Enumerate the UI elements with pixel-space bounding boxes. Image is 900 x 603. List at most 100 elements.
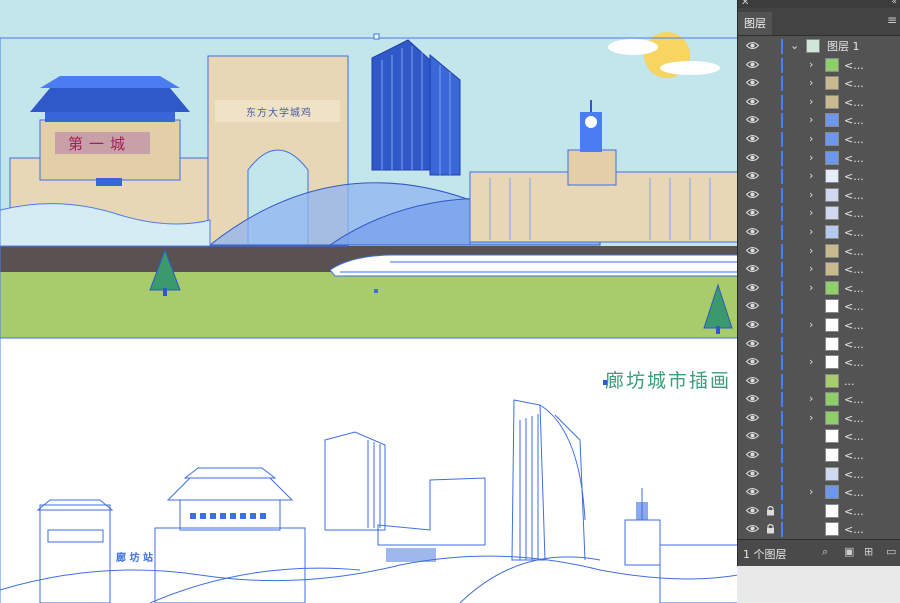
layer-list[interactable]: ⌄ 图层 1 › <... › <... › <... › <... › <... › <... › <.… bbox=[738, 37, 900, 539]
sublayer-name[interactable]: <... bbox=[844, 75, 864, 92]
chevron-right-icon[interactable]: › bbox=[809, 354, 813, 370]
sublayer-row[interactable]: › <... bbox=[738, 93, 900, 112]
visibility-eye-icon[interactable] bbox=[746, 134, 759, 143]
chevron-right-icon[interactable]: › bbox=[809, 94, 813, 110]
chevron-right-icon[interactable]: › bbox=[809, 243, 813, 259]
sublayer-name[interactable]: <... bbox=[844, 261, 864, 278]
visibility-eye-icon[interactable] bbox=[746, 190, 759, 199]
sublayer-row[interactable]: <... bbox=[738, 427, 900, 446]
visibility-eye-icon[interactable] bbox=[746, 301, 759, 310]
visibility-eye-icon[interactable] bbox=[746, 524, 759, 533]
chevron-right-icon[interactable]: › bbox=[809, 317, 813, 333]
visibility-eye-icon[interactable] bbox=[746, 283, 759, 292]
new-layer-icon[interactable]: ▭ bbox=[886, 545, 896, 558]
search-icon[interactable]: ⌕ bbox=[822, 545, 828, 559]
sublayer-row[interactable]: › <... bbox=[738, 186, 900, 205]
sublayer-name[interactable]: <... bbox=[844, 205, 864, 222]
sublayer-name[interactable]: <... bbox=[844, 428, 864, 445]
sublayer-row[interactable]: <... bbox=[738, 465, 900, 484]
sublayer-row[interactable]: › <... bbox=[738, 483, 900, 502]
visibility-eye-icon[interactable] bbox=[746, 320, 759, 329]
sublayer-name[interactable]: <... bbox=[844, 131, 864, 148]
chevron-right-icon[interactable]: › bbox=[809, 224, 813, 240]
layer-name[interactable]: 图层 1 bbox=[827, 38, 860, 55]
sublayer-name[interactable]: <... bbox=[844, 168, 864, 185]
chevron-right-icon[interactable]: › bbox=[809, 261, 813, 277]
sublayer-row[interactable]: › <... bbox=[738, 223, 900, 242]
sublayer-row[interactable]: › <... bbox=[738, 353, 900, 372]
visibility-eye-icon[interactable] bbox=[746, 78, 759, 87]
sublayer-row[interactable]: › <... bbox=[738, 111, 900, 130]
visibility-eye-icon[interactable] bbox=[746, 171, 759, 180]
sublayer-name[interactable]: <... bbox=[844, 187, 864, 204]
visibility-eye-icon[interactable] bbox=[746, 376, 759, 385]
sublayer-name[interactable]: <... bbox=[844, 280, 864, 297]
sublayer-row[interactable]: › <... bbox=[738, 74, 900, 93]
chevron-down-icon[interactable]: ⌄ bbox=[790, 38, 799, 54]
sublayer-row[interactable]: <... bbox=[738, 297, 900, 316]
sublayer-name[interactable]: <... bbox=[844, 224, 864, 241]
visibility-eye-icon[interactable] bbox=[746, 115, 759, 124]
sublayer-row[interactable]: ... bbox=[738, 372, 900, 391]
sublayer-row[interactable]: › <... bbox=[738, 260, 900, 279]
visibility-eye-icon[interactable] bbox=[746, 227, 759, 236]
chevron-right-icon[interactable]: › bbox=[809, 280, 813, 296]
sublayer-name[interactable]: <... bbox=[844, 298, 864, 315]
visibility-eye-icon[interactable] bbox=[746, 208, 759, 217]
sublayer-row[interactable]: <... bbox=[738, 502, 900, 521]
sublayer-name[interactable]: <... bbox=[844, 336, 864, 353]
sublayer-row[interactable]: <... bbox=[738, 335, 900, 354]
visibility-eye-icon[interactable] bbox=[746, 469, 759, 478]
sublayer-name[interactable]: <... bbox=[844, 112, 864, 129]
chevron-right-icon[interactable]: › bbox=[809, 150, 813, 166]
make-clipping-mask-icon[interactable]: ▣ bbox=[844, 545, 854, 558]
layer-row-top[interactable]: ⌄ 图层 1 bbox=[738, 37, 900, 56]
sublayer-row[interactable]: <... bbox=[738, 520, 900, 539]
lock-icon[interactable] bbox=[766, 505, 775, 516]
lock-icon[interactable] bbox=[766, 523, 775, 534]
chevron-right-icon[interactable]: › bbox=[809, 484, 813, 500]
visibility-eye-icon[interactable] bbox=[746, 264, 759, 273]
illustration-caption[interactable]: 廊坊城市插画 bbox=[605, 366, 731, 393]
sublayer-name[interactable]: <... bbox=[844, 391, 864, 408]
sublayer-row[interactable]: › <... bbox=[738, 279, 900, 298]
artboard-canvas[interactable]: 第一城 东方大学城鸡 廊 坊 站 廊坊城市插画 bbox=[0, 0, 738, 603]
new-sublayer-icon[interactable]: ⊞ bbox=[864, 545, 873, 558]
close-icon[interactable]: ✕ bbox=[741, 0, 749, 8]
visibility-eye-icon[interactable] bbox=[746, 506, 759, 515]
visibility-eye-icon[interactable] bbox=[746, 97, 759, 106]
sublayer-row[interactable]: › <... bbox=[738, 409, 900, 428]
sublayer-name[interactable]: ... bbox=[844, 373, 855, 390]
sublayer-row[interactable]: › <... bbox=[738, 204, 900, 223]
sublayer-name[interactable]: <... bbox=[844, 484, 864, 501]
panel-menu-icon[interactable]: ≡ bbox=[887, 13, 897, 27]
sublayer-row[interactable]: › <... bbox=[738, 130, 900, 149]
chevron-right-icon[interactable]: › bbox=[809, 112, 813, 128]
visibility-eye-icon[interactable] bbox=[746, 450, 759, 459]
chevron-right-icon[interactable]: › bbox=[809, 57, 813, 73]
sublayer-row[interactable]: › <... bbox=[738, 390, 900, 409]
sublayer-name[interactable]: <... bbox=[844, 466, 864, 483]
sublayer-name[interactable]: <... bbox=[844, 150, 864, 167]
sublayer-name[interactable]: <... bbox=[844, 354, 864, 371]
sublayer-name[interactable]: <... bbox=[844, 410, 864, 427]
tab-layers[interactable]: 图层 bbox=[738, 12, 772, 35]
sublayer-name[interactable]: <... bbox=[844, 317, 864, 334]
visibility-eye-icon[interactable] bbox=[746, 339, 759, 348]
chevron-right-icon[interactable]: › bbox=[809, 391, 813, 407]
sublayer-row[interactable]: › <... bbox=[738, 242, 900, 261]
chevron-right-icon[interactable]: › bbox=[809, 410, 813, 426]
chevron-right-icon[interactable]: › bbox=[809, 131, 813, 147]
visibility-eye-icon[interactable] bbox=[746, 41, 759, 50]
visibility-eye-icon[interactable] bbox=[746, 153, 759, 162]
sublayer-row[interactable]: › <... bbox=[738, 167, 900, 186]
visibility-eye-icon[interactable] bbox=[746, 60, 759, 69]
sublayer-row[interactable]: › <... bbox=[738, 56, 900, 75]
sublayer-name[interactable]: <... bbox=[844, 243, 864, 260]
visibility-eye-icon[interactable] bbox=[746, 246, 759, 255]
visibility-eye-icon[interactable] bbox=[746, 357, 759, 366]
collapse-icon[interactable]: « bbox=[891, 0, 897, 7]
visibility-eye-icon[interactable] bbox=[746, 487, 759, 496]
chevron-right-icon[interactable]: › bbox=[809, 75, 813, 91]
sublayer-name[interactable]: <... bbox=[844, 94, 864, 111]
